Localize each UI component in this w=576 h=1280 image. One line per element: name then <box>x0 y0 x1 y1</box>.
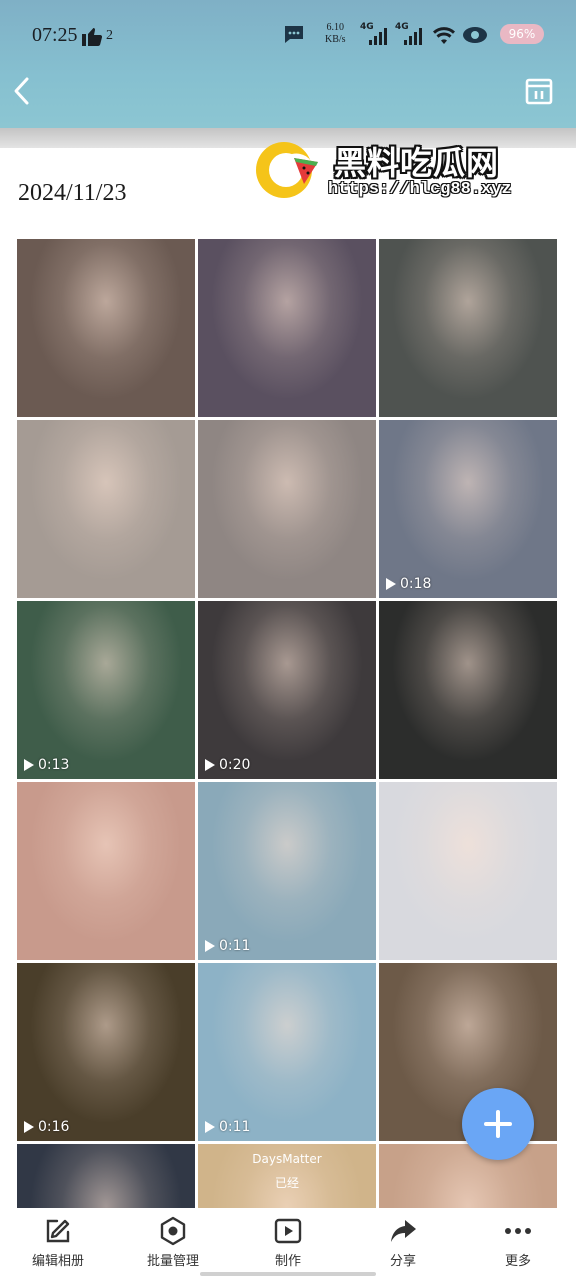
photo-thumbnail[interactable] <box>379 601 557 779</box>
video-duration: 0:13 <box>23 757 69 773</box>
video-thumbnail[interactable]: 0:11 <box>198 963 376 1141</box>
calendar-button[interactable] <box>524 76 554 106</box>
photo-thumbnail[interactable] <box>17 782 195 960</box>
wifi-icon <box>433 27 455 44</box>
video-duration: 0:11 <box>204 1119 250 1135</box>
video-duration: 0:20 <box>204 757 250 773</box>
app-header: 07:25 2 6.10 KB/s 4G 4G 96% <box>0 0 576 128</box>
video-thumbnail[interactable]: 0:16 <box>17 963 195 1141</box>
watermark-title: 黑料吃瓜网 <box>334 144 500 182</box>
play-icon <box>386 578 396 590</box>
video-thumbnail[interactable]: 0:13 <box>17 601 195 779</box>
net-speed: 6.10 KB/s <box>325 22 346 45</box>
more-icon <box>505 1228 531 1234</box>
share-icon <box>391 1220 416 1242</box>
video-duration: 0:11 <box>204 938 250 954</box>
photo-thumbnail[interactable]: DaysMatter 已经 <box>198 1144 376 1208</box>
battery-indicator: 96% <box>500 24 544 44</box>
photo-thumbnail[interactable] <box>379 239 557 417</box>
back-button[interactable] <box>8 74 36 108</box>
photo-thumbnail[interactable] <box>17 1144 195 1208</box>
video-duration: 0:16 <box>23 1119 69 1135</box>
home-indicator <box>200 1272 376 1276</box>
edit-icon <box>46 1219 70 1243</box>
status-bar: 07:25 2 6.10 KB/s 4G 4G 96% <box>0 14 576 58</box>
video-duration: 0:18 <box>385 576 431 592</box>
manage-icon <box>160 1216 186 1246</box>
eye-icon <box>463 27 487 43</box>
play-icon <box>205 759 215 771</box>
signal-icon <box>369 28 387 45</box>
add-button[interactable] <box>462 1088 534 1160</box>
video-thumbnail[interactable]: 0:18 <box>379 420 557 598</box>
video-thumbnail[interactable]: 0:11 <box>198 782 376 960</box>
edit-album-button[interactable]: 编辑相册 <box>8 1216 108 1269</box>
status-time: 07:25 <box>32 24 78 46</box>
thumbs-up-icon <box>82 28 103 46</box>
thumbnail-subcaption: 已经 <box>274 1176 299 1190</box>
play-icon <box>274 1218 302 1244</box>
album-date: 2024/11/23 <box>18 180 127 206</box>
play-icon <box>24 759 34 771</box>
batch-manage-button[interactable]: 批量管理 <box>123 1216 223 1269</box>
thumbnail-caption: DaysMatter <box>252 1152 322 1166</box>
more-button[interactable]: 更多 <box>468 1216 568 1269</box>
photo-thumbnail[interactable] <box>198 239 376 417</box>
plus-icon <box>484 1110 512 1138</box>
play-icon <box>24 1121 34 1133</box>
share-button[interactable]: 分享 <box>353 1216 453 1269</box>
make-button[interactable]: 制作 <box>238 1216 338 1269</box>
message-icon <box>285 26 303 43</box>
play-icon <box>205 1121 215 1133</box>
video-thumbnail[interactable]: 0:20 <box>198 601 376 779</box>
play-icon <box>205 940 215 952</box>
watermark-logo-icon <box>256 142 318 198</box>
bottom-toolbar: 编辑相册 批量管理 制作 分享 更多 <box>0 1208 576 1280</box>
photo-thumbnail[interactable] <box>17 239 195 417</box>
signal-icon <box>404 28 422 45</box>
watermark-url: https://hlcg88.xyz <box>328 180 512 199</box>
watermark: 黑料吃瓜网 https://hlcg88.xyz <box>248 132 568 208</box>
photo-thumbnail[interactable] <box>198 420 376 598</box>
photo-thumbnail[interactable] <box>17 420 195 598</box>
photo-thumbnail[interactable] <box>379 782 557 960</box>
photo-grid: 0:18 0:13 0:20 0:11 0:16 0:11 DaysMatter 已经 <box>0 238 576 1208</box>
likes-count: 2 <box>106 28 113 43</box>
